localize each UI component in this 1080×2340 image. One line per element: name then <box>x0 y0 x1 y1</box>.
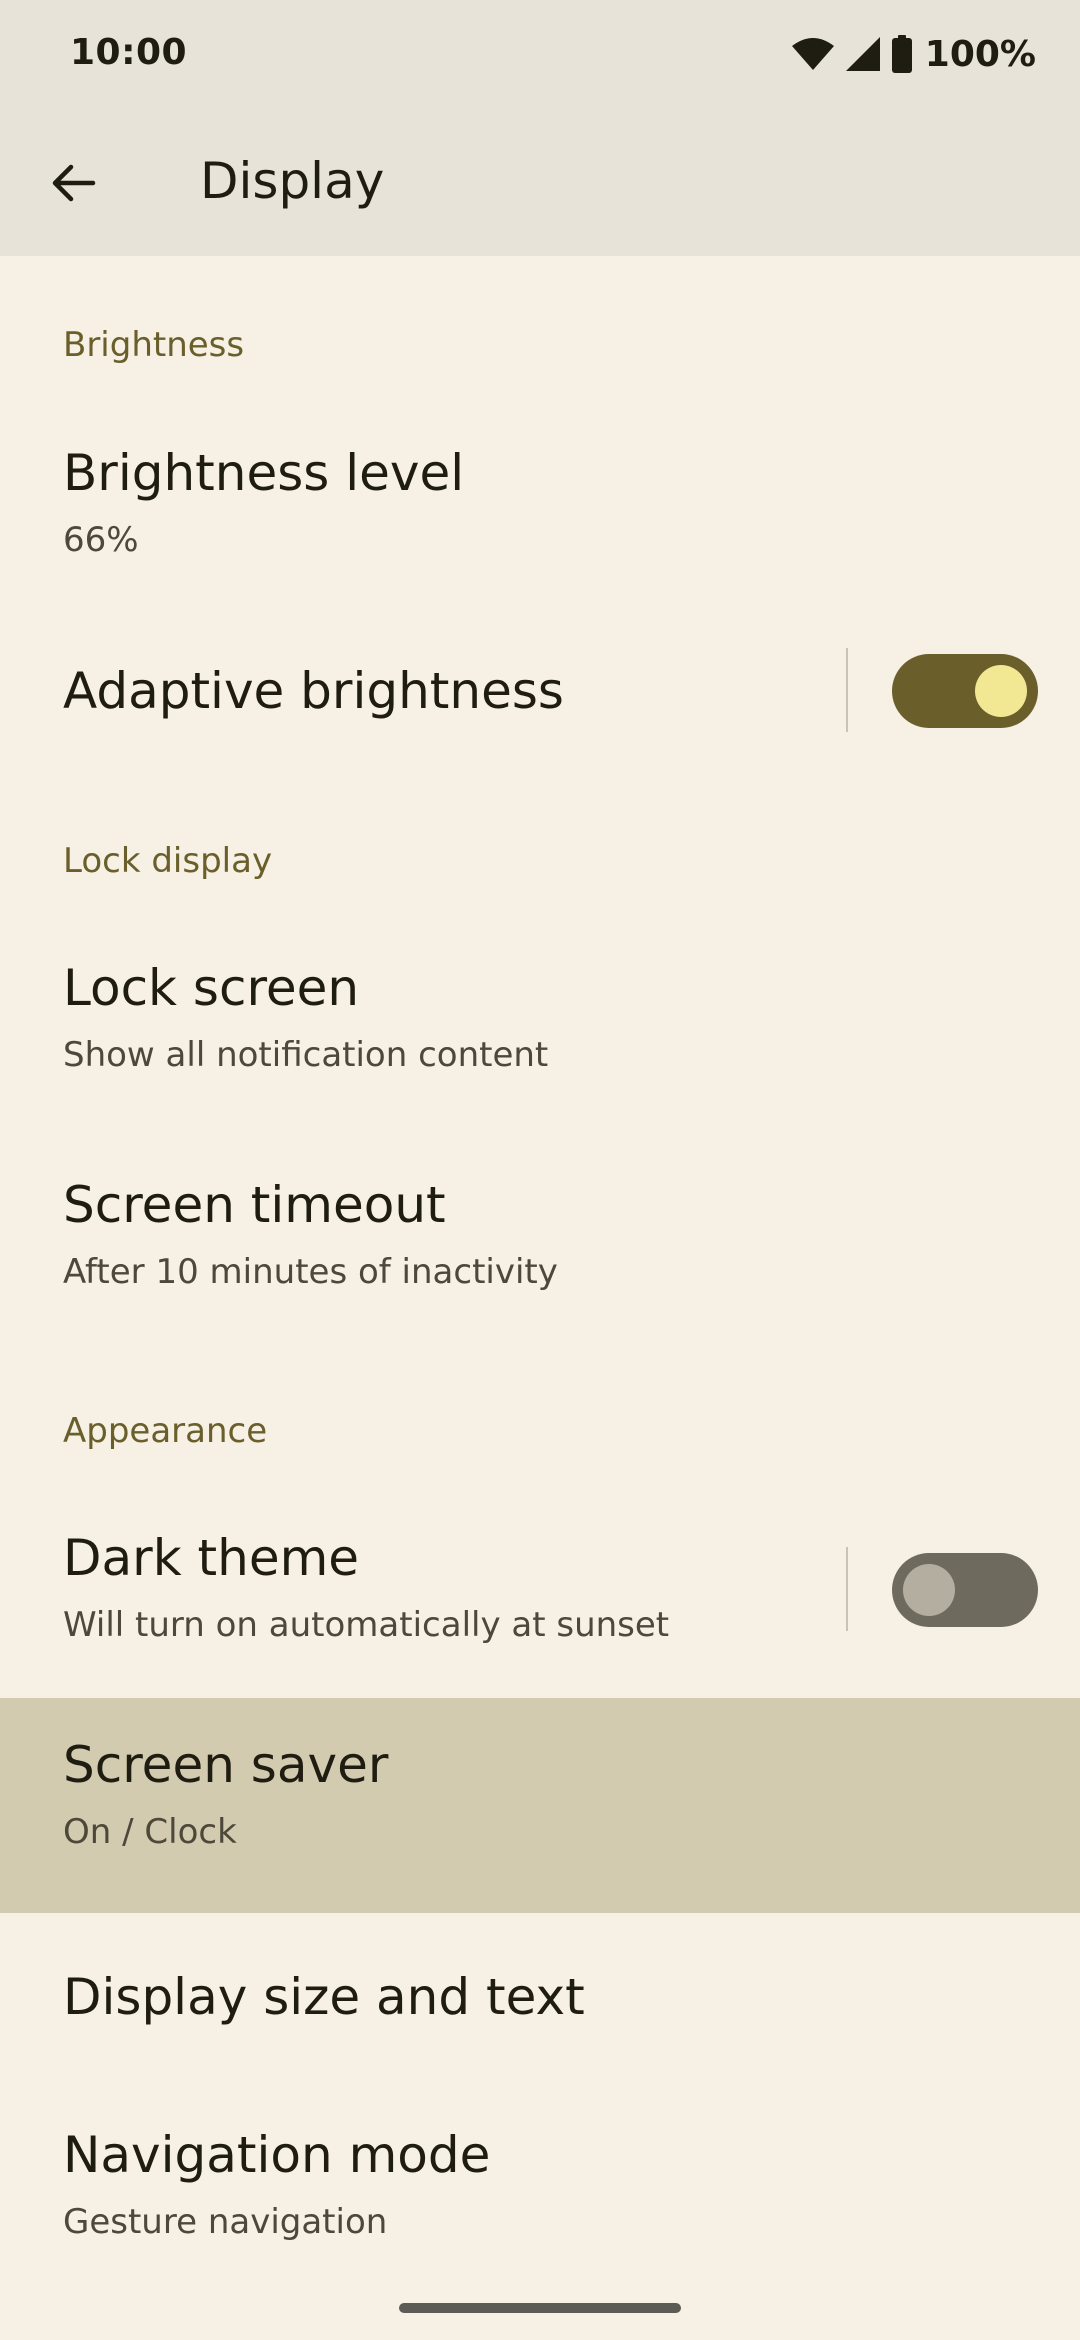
page-title: Display <box>200 152 385 210</box>
wifi-icon <box>791 36 835 72</box>
divider <box>846 648 848 732</box>
back-button[interactable] <box>30 142 116 228</box>
brightness-level-value: 66% <box>63 520 139 560</box>
screen-timeout-subtitle: After 10 minutes of inactivity <box>63 1252 558 1292</box>
switch-knob <box>975 665 1027 717</box>
adaptive-brightness-item[interactable]: Adaptive brightness <box>0 620 1080 760</box>
top-bar: 10:00 100% Display <box>0 0 1080 256</box>
arrow-back-icon <box>49 159 97 211</box>
lock-screen-title: Lock screen <box>63 959 360 1017</box>
screen-timeout-title: Screen timeout <box>63 1176 446 1234</box>
display-size-and-text-title: Display size and text <box>63 1968 585 2026</box>
adaptive-brightness-switch[interactable] <box>892 654 1038 728</box>
lock-screen-subtitle: Show all notification content <box>63 1035 549 1075</box>
screen-saver-subtitle: On / Clock <box>63 1812 237 1852</box>
status-icons: 100% <box>791 32 1036 76</box>
lock-screen-item[interactable]: Lock screen Show all notification conten… <box>0 935 1080 1125</box>
signal-icon <box>845 36 881 72</box>
dark-theme-title: Dark theme <box>63 1529 360 1587</box>
gesture-navigation-handle[interactable] <box>399 2303 681 2313</box>
battery-percentage: 100% <box>924 33 1036 75</box>
switch-knob <box>903 1564 955 1616</box>
section-header-lock-display: Lock display <box>63 841 273 881</box>
dark-theme-subtitle: Will turn on automatically at sunset <box>63 1605 670 1645</box>
divider <box>846 1547 848 1631</box>
section-header-appearance: Appearance <box>63 1411 268 1451</box>
battery-icon <box>891 35 913 73</box>
screen-saver-item[interactable]: Screen saver On / Clock <box>0 1698 1080 1913</box>
app-bar: Display <box>0 108 1080 256</box>
dark-theme-item[interactable]: Dark theme Will turn on automatically at… <box>0 1505 1080 1695</box>
brightness-level-item[interactable]: Brightness level 66% <box>0 420 1080 610</box>
screen-saver-title: Screen saver <box>63 1736 389 1794</box>
display-size-and-text-item[interactable]: Display size and text <box>0 1916 1080 2071</box>
navigation-mode-title: Navigation mode <box>63 2126 491 2184</box>
status-time: 10:00 <box>70 32 188 73</box>
brightness-level-title: Brightness level <box>63 444 465 502</box>
navigation-mode-item[interactable]: Navigation mode Gesture navigation <box>0 2104 1080 2274</box>
status-bar: 10:00 100% <box>0 0 1080 108</box>
screen-timeout-item[interactable]: Screen timeout After 10 minutes of inact… <box>0 1152 1080 1342</box>
navigation-mode-subtitle: Gesture navigation <box>63 2202 388 2242</box>
dark-theme-switch[interactable] <box>892 1553 1038 1627</box>
adaptive-brightness-title: Adaptive brightness <box>63 662 564 720</box>
section-header-brightness: Brightness <box>63 325 245 365</box>
